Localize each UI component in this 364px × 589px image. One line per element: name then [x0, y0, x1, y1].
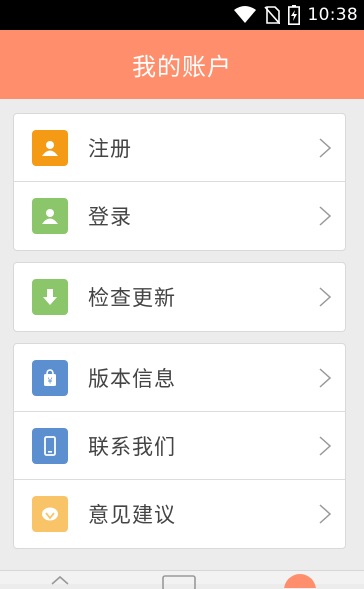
user-icon [32, 130, 68, 166]
account-tab-icon[interactable] [283, 574, 317, 588]
menu-item-register[interactable]: 注册 [14, 114, 345, 182]
menu-item-check-update[interactable]: 检查更新 [14, 263, 345, 331]
home-tab-icon[interactable] [50, 574, 70, 588]
feedback-icon [32, 496, 68, 532]
menu-item-label: 注册 [88, 133, 132, 163]
chevron-right-icon [319, 436, 331, 456]
chevron-right-icon [319, 206, 331, 226]
menu-item-version-info[interactable]: ¥ 版本信息 [14, 344, 345, 412]
menu-item-contact-us[interactable]: 联系我们 [14, 412, 345, 480]
menu-item-label: 联系我们 [88, 431, 176, 461]
status-bar: 10:38 [0, 0, 364, 30]
chevron-right-icon [319, 368, 331, 388]
chevron-right-icon [319, 504, 331, 524]
no-sim-icon [264, 6, 280, 24]
menu-item-label: 检查更新 [88, 282, 176, 312]
menu-item-label: 登录 [88, 201, 132, 231]
status-time: 10:38 [308, 5, 359, 25]
header-bar: 我的账户 [0, 30, 364, 99]
message-tab-icon[interactable] [162, 575, 196, 589]
bag-icon: ¥ [32, 360, 68, 396]
update-card: 检查更新 [13, 262, 346, 332]
menu-item-login[interactable]: 登录 [14, 182, 345, 250]
menu-item-label: 意见建议 [88, 499, 176, 529]
account-card: 注册 登录 [13, 113, 346, 251]
wifi-icon [234, 6, 256, 24]
svg-text:¥: ¥ [47, 377, 52, 386]
menu-item-label: 版本信息 [88, 363, 176, 393]
bottom-tab-bar [0, 570, 364, 584]
user-icon [32, 198, 68, 234]
download-icon [32, 279, 68, 315]
menu-item-feedback[interactable]: 意见建议 [14, 480, 345, 548]
page-title: 我的账户 [132, 47, 232, 82]
chevron-right-icon [319, 287, 331, 307]
status-icons: 10:38 [234, 0, 364, 30]
info-card: ¥ 版本信息 联系我们 意见建议 [13, 343, 346, 549]
chevron-right-icon [319, 138, 331, 158]
phone-icon [32, 428, 68, 464]
battery-charging-icon [288, 5, 300, 25]
